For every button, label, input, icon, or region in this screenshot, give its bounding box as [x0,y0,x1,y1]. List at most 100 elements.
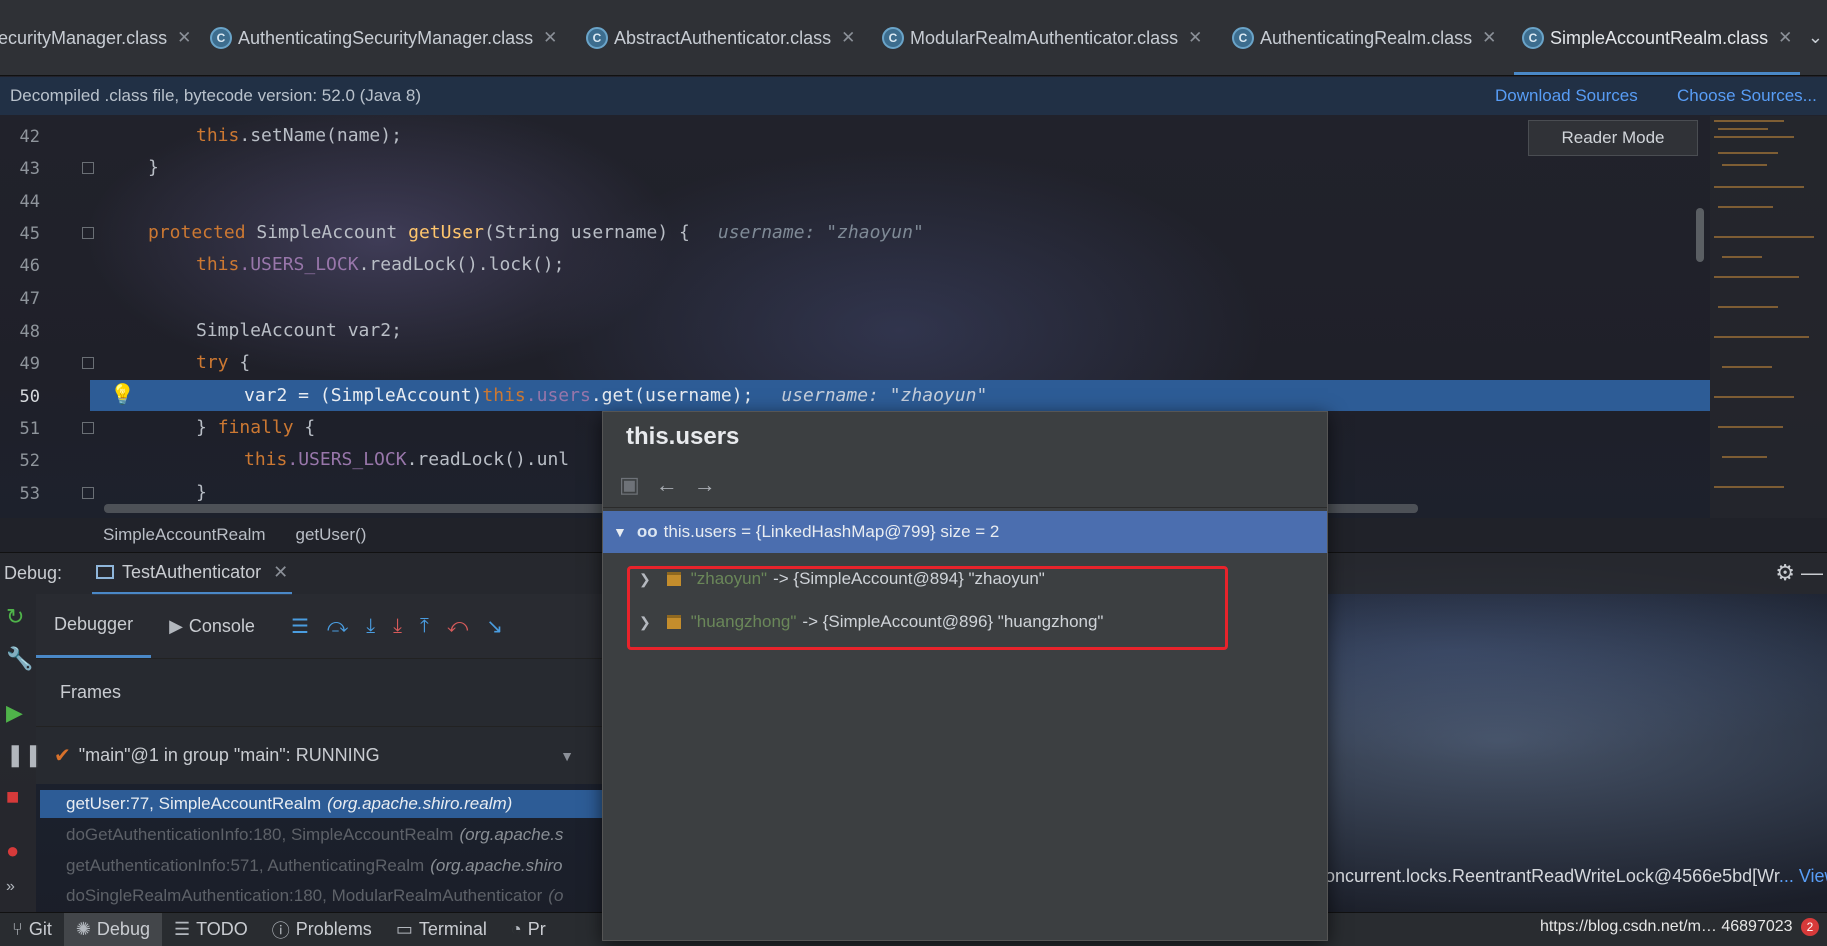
list-icon: ☰ [173,919,191,939]
tool-problems[interactable]: ⓘ Problems [260,913,384,946]
step-into-icon[interactable]: ⤓ [366,615,375,638]
fold-marker[interactable] [82,487,94,499]
breadcrumb-class[interactable]: SimpleAccountRealm [103,525,266,545]
layout-icon[interactable]: ☰ [291,614,309,639]
console-icon: ▶ [169,615,183,636]
profiler-icon: ◔ [510,919,522,939]
fold-marker[interactable] [82,227,94,239]
resume-icon[interactable]: ▶ [6,700,23,726]
rerun-icon[interactable]: ↻ [6,604,24,630]
tab-label: AuthenticatingRealm.class [1260,27,1473,48]
tool-label: Pr [527,919,546,939]
tool-label: Terminal [418,919,487,939]
keyword: try [196,352,229,373]
close-icon[interactable]: ✕ [543,28,557,48]
tool-label: Problems [295,919,372,939]
code-line-48: SimpleAccount var2; [196,320,402,341]
field-name: .USERS_LOCK [287,449,407,470]
stack-frame[interactable]: getUser:77, SimpleAccountRealm (org.apac… [40,790,602,818]
add-to-watches-icon[interactable]: ▣ [619,472,640,498]
fold-marker[interactable] [82,422,94,434]
url-text: https://blog.csdn.net/m… 46897023 [1539,918,1793,935]
arrow-right-icon[interactable]: → [694,472,716,498]
debug-side-toolbar: ↻ 🔧 ▶ ❚❚ ■ ● » [0,594,43,912]
chevron-down-icon[interactable]: ▼ [613,524,627,540]
tab-console[interactable]: ▶ Console [151,594,273,658]
line-number: 50 [19,387,40,407]
code-text: { [228,352,251,373]
method-name: getUser [408,222,484,243]
choose-sources-link[interactable]: Choose Sources... [1677,86,1817,106]
stack-frame[interactable]: doSingleRealmAuthentication:180, Modular… [40,883,602,909]
tab-abstractauthenticator[interactable]: C AbstractAuthenticator.class ✕ [586,0,855,75]
close-icon[interactable]: ✕ [1778,28,1792,48]
step-over-icon[interactable]: ⤼ [327,615,348,638]
tool-git[interactable]: ⑂ Git [0,913,64,946]
close-icon[interactable]: ✕ [1482,28,1496,48]
code-line-52: this.USERS_LOCK.readLock().unl [244,449,569,470]
code-text: var2 = (SimpleAccount) [244,385,483,406]
stack-frame[interactable]: doGetAuthenticationInfo:180, SimpleAccou… [40,821,602,849]
frame-method: doSingleRealmAuthentication:180, Modular… [66,886,543,905]
code-line-51: } finally { [196,417,315,438]
gear-icon[interactable]: ⚙ [1775,560,1795,586]
tree-root-node[interactable]: ▼ oo this.users = {LinkedHashMap@799} si… [603,511,1327,553]
popup-title: this.users [603,412,1327,462]
git-icon: ⑂ [12,919,23,939]
stop-icon[interactable]: ■ [6,784,19,810]
thread-selector[interactable]: ✔ "main"@1 in group "main": RUNNING ▼ [36,726,602,784]
breadcrumb-method[interactable]: getUser() [296,525,367,545]
code-minimap[interactable] [1710,116,1827,518]
tab-modularrealmauthenticator[interactable]: C ModularRealmAuthenticator.class ✕ [882,0,1202,75]
tab-authenticatingrealm[interactable]: C AuthenticatingRealm.class ✕ [1232,0,1496,75]
event-log-badge[interactable]: 2 [1801,918,1819,936]
quick-evaluate-popup: this.users ▣ ← → ▼ oo this.users = {Link… [602,411,1328,941]
class-icon: C [1232,27,1254,49]
tool-profiler[interactable]: ◔ Pr [499,913,558,946]
hide-icon[interactable]: — [1801,560,1823,586]
code-line-46: this.USERS_LOCK.readLock().lock(); [196,254,564,275]
drop-frame-icon[interactable]: ⤺ [447,615,468,638]
code-text: .setName(name); [239,125,402,146]
tool-debug[interactable]: ✺ Debug [63,912,162,946]
variable-value-tail: oncurrent.locks.ReentrantReadWriteLock@4… [1325,866,1827,887]
debug-label: Debug: [4,563,63,583]
code-text: .get(username); [590,385,754,406]
keyword: protected [148,222,246,243]
wrench-icon[interactable]: 🔧 [6,646,33,672]
view-link[interactable]: ... View [1779,866,1827,886]
run-to-cursor-icon[interactable]: ↘ [486,614,503,639]
download-sources-link[interactable]: Download Sources [1495,86,1638,106]
tab-label: ecurityManager.class [0,27,168,48]
run-config-tab[interactable]: TestAuthenticator ✕ [92,553,293,595]
tab-simpleaccountrealm[interactable]: C SimpleAccountRealm.class ✕ [1513,0,1801,75]
reader-mode-button[interactable]: Reader Mode [1528,120,1698,156]
line-number: 46 [19,256,40,276]
step-out-icon[interactable]: ⤒ [420,615,429,638]
fold-marker[interactable] [82,162,94,174]
close-icon[interactable]: ✕ [273,562,288,583]
vertical-scrollbar[interactable] [1696,208,1704,262]
tool-terminal[interactable]: ▭ Terminal [384,913,499,946]
tab-authenticatingsecuritymanager[interactable]: C AuthenticatingSecurityManager.class ✕ [210,0,557,75]
fold-marker[interactable] [82,357,94,369]
chevron-down-icon[interactable]: ⌄ [1808,27,1823,48]
tool-todo[interactable]: ☰ TODO [162,913,260,946]
stack-frame[interactable]: getAuthenticationInfo:571, Authenticatin… [40,852,602,880]
more-icon[interactable]: » [6,878,15,896]
tab-securitymanager[interactable]: ecurityManager.class ✕ [0,0,191,75]
tab-debugger[interactable]: Debugger [36,594,152,658]
inline-value-hint: username: "zhaoyun" [717,222,924,243]
class-icon: C [1522,27,1544,49]
force-step-into-icon[interactable]: ⤓ [393,615,402,638]
view-breakpoints-icon[interactable]: ● [6,838,19,864]
arrow-left-icon[interactable]: ← [656,472,678,498]
lightbulb-icon[interactable]: 💡 [110,382,135,407]
close-icon[interactable]: ✕ [841,28,855,48]
code-line-53: } [196,482,207,503]
chevron-down-icon: ▼ [560,747,574,764]
close-icon[interactable]: ✕ [177,28,191,48]
line-number: 44 [19,192,40,212]
close-icon[interactable]: ✕ [1188,28,1202,48]
line-number: 52 [19,451,40,471]
